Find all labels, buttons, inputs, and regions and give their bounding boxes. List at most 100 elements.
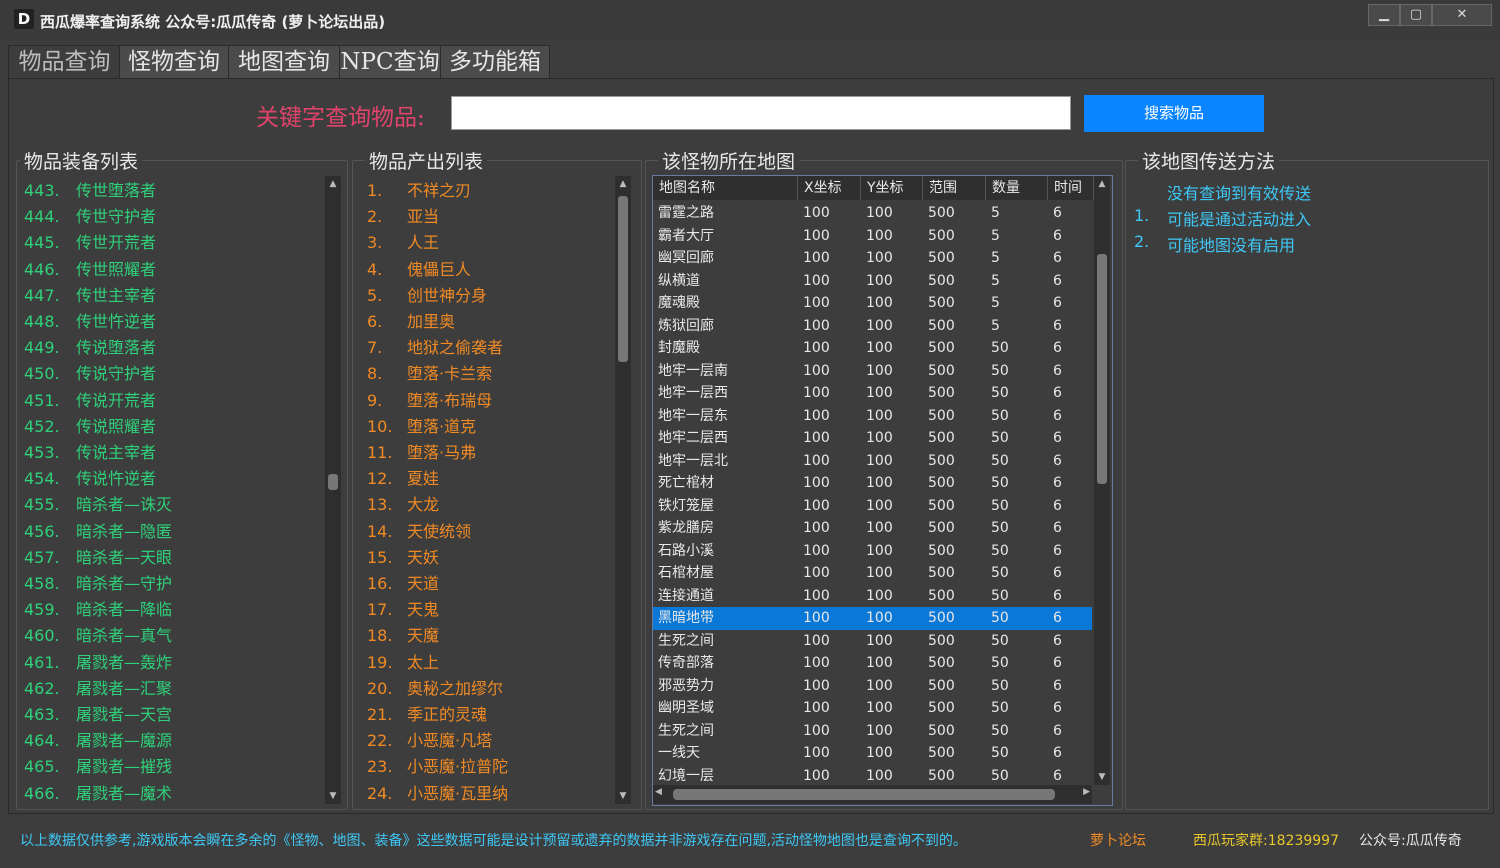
list-item[interactable]: 14. 天使统领 [367, 519, 612, 545]
list-item[interactable]: 455. 暗杀者—诛灭 [24, 492, 324, 518]
tab-npc-query[interactable]: NPC查询 [339, 45, 441, 79]
items-list-scrollbar[interactable]: ▲ ▼ [325, 176, 341, 804]
scroll-up-icon[interactable]: ▲ [1094, 176, 1110, 192]
close-button[interactable]: ✕ [1432, 4, 1492, 26]
scroll-down-icon[interactable]: ▼ [615, 788, 631, 804]
list-item[interactable]: 459. 暗杀者—降临 [24, 597, 324, 623]
scroll-thumb[interactable] [1097, 254, 1107, 484]
list-item[interactable]: 446. 传世照耀者 [24, 257, 324, 283]
list-item[interactable]: 463. 屠戮者—天宫 [24, 702, 324, 728]
list-item[interactable]: 8. 堕落·卡兰索 [367, 361, 612, 387]
table-row[interactable]: 封魔殿 100 100 500 50 6 [653, 337, 1092, 360]
list-item[interactable]: 465. 屠戮者—摧残 [24, 754, 324, 780]
list-item[interactable]: 453. 传说主宰者 [24, 440, 324, 466]
table-row[interactable]: 地牢一层东 100 100 500 50 6 [653, 405, 1092, 428]
table-row[interactable]: 石路小溪 100 100 500 50 6 [653, 540, 1092, 563]
table-row[interactable]: 幻境一层 100 100 500 50 6 [653, 765, 1092, 788]
list-item[interactable]: 445. 传世开荒者 [24, 230, 324, 256]
scroll-left-icon[interactable]: ◀ [655, 787, 662, 797]
table-row[interactable]: 炼狱回廊 100 100 500 5 6 [653, 315, 1092, 338]
column-header[interactable]: 时间 [1048, 176, 1094, 200]
scroll-up-icon[interactable]: ▲ [325, 176, 341, 192]
list-item[interactable]: 450. 传说守护者 [24, 361, 324, 387]
list-item[interactable]: 18. 天魔 [367, 623, 612, 649]
table-row[interactable]: 霸者大厅 100 100 500 5 6 [653, 225, 1092, 248]
tab-item-query[interactable]: 物品查询 [8, 45, 121, 80]
list-item[interactable]: 454. 传说忤逆者 [24, 466, 324, 492]
scroll-up-icon[interactable]: ▲ [615, 176, 631, 192]
list-item[interactable]: 448. 传世忤逆者 [24, 309, 324, 335]
list-item[interactable]: 464. 屠戮者—魔源 [24, 728, 324, 754]
list-item[interactable]: 443. 传世堕落者 [24, 178, 324, 204]
table-row[interactable]: 传奇部落 100 100 500 50 6 [653, 652, 1092, 675]
scroll-down-icon[interactable]: ▼ [1094, 769, 1110, 785]
maps-grid-hscrollbar[interactable]: ◀ ▶ [653, 785, 1092, 804]
list-item[interactable]: 20. 奥秘之加缪尔 [367, 676, 612, 702]
scroll-right-icon[interactable]: ▶ [1083, 787, 1090, 797]
list-item[interactable]: 456. 暗杀者—隐匿 [24, 519, 324, 545]
list-item[interactable]: 4. 傀儡巨人 [367, 257, 612, 283]
list-item[interactable]: 452. 传说照耀者 [24, 414, 324, 440]
table-row[interactable]: 幽明圣域 100 100 500 50 6 [653, 697, 1092, 720]
table-row[interactable]: 铁灯笼屋 100 100 500 50 6 [653, 495, 1092, 518]
table-row[interactable]: 生死之间 100 100 500 50 6 [653, 720, 1092, 743]
drops-list-scrollbar[interactable]: ▲ ▼ [615, 176, 631, 804]
table-row[interactable]: 地牢一层西 100 100 500 50 6 [653, 382, 1092, 405]
list-item[interactable]: 12. 夏娃 [367, 466, 612, 492]
search-input[interactable] [451, 96, 1071, 130]
table-row[interactable]: 地牢二层西 100 100 500 50 6 [653, 427, 1092, 450]
column-header[interactable]: X坐标 [798, 176, 861, 200]
list-item[interactable]: 7. 地狱之偷袭者 [367, 335, 612, 361]
list-item[interactable]: 17. 天鬼 [367, 597, 612, 623]
column-header[interactable]: 范围 [923, 176, 986, 200]
tab-map-query[interactable]: 地图查询 [228, 45, 340, 79]
list-item[interactable]: 16. 天道 [367, 571, 612, 597]
drops-list[interactable]: 1. 不祥之刃 2. 亚当 3. 人王 4. 傀儡巨人 5. 创世神分身 6. 加里奥 7. 地狱之偷袭者… [367, 178, 612, 808]
list-item[interactable]: 458. 暗杀者—守护 [24, 571, 324, 597]
list-item[interactable]: 447. 传世主宰者 [24, 283, 324, 309]
list-item[interactable]: 5. 创世神分身 [367, 283, 612, 309]
column-header[interactable]: 地图名称 [653, 176, 798, 200]
maps-grid-scrollbar[interactable]: ▲ ▼ [1094, 176, 1110, 785]
scroll-thumb[interactable] [618, 196, 628, 362]
scroll-thumb[interactable] [328, 474, 338, 490]
list-item[interactable]: 21. 季正的灵魂 [367, 702, 612, 728]
list-item[interactable]: 462. 屠戮者—汇聚 [24, 676, 324, 702]
list-item[interactable]: 466. 屠戮者—魔术 [24, 781, 324, 807]
table-row[interactable]: 石棺材屋 100 100 500 50 6 [653, 562, 1092, 585]
table-row[interactable]: 幽冥回廊 100 100 500 5 6 [653, 247, 1092, 270]
items-list[interactable]: 443. 传世堕落者 444. 传世守护者 445. 传世开荒者 446. 传世照耀者 447.… [24, 178, 324, 808]
list-item[interactable]: 6. 加里奥 [367, 309, 612, 335]
tab-toolbox[interactable]: 多功能箱 [440, 45, 550, 79]
maximize-button[interactable]: ▢ [1400, 4, 1432, 26]
list-item[interactable]: 461. 屠戮者—轰炸 [24, 650, 324, 676]
search-items-button[interactable]: 搜索物品 [1084, 95, 1264, 132]
table-row[interactable]: 地牢一层北 100 100 500 50 6 [653, 450, 1092, 473]
maps-grid[interactable]: 地图名称 X坐标 Y坐标 范围 数量 时间 雷霆之路 100 100 500 5 6 霸者大厅 100 1… [652, 175, 1113, 806]
list-item[interactable]: 11. 堕落·马弗 [367, 440, 612, 466]
scroll-thumb[interactable] [673, 789, 1055, 800]
table-row[interactable]: 黑暗地带 100 100 500 50 6 [653, 607, 1092, 630]
list-item[interactable]: 23. 小恶魔·拉普陀 [367, 754, 612, 780]
table-row[interactable]: 生死之间 100 100 500 50 6 [653, 630, 1092, 653]
list-item[interactable]: 19. 太上 [367, 650, 612, 676]
list-item[interactable]: 9. 堕落·布瑞母 [367, 388, 612, 414]
column-header[interactable]: Y坐标 [861, 176, 923, 200]
table-row[interactable]: 纵横道 100 100 500 5 6 [653, 270, 1092, 293]
tab-monster-query[interactable]: 怪物查询 [119, 45, 229, 79]
table-row[interactable]: 死亡棺材 100 100 500 50 6 [653, 472, 1092, 495]
list-item[interactable]: 451. 传说开荒者 [24, 388, 324, 414]
list-item[interactable]: 24. 小恶魔·瓦里纳 [367, 781, 612, 807]
minimize-button[interactable]: ▁ [1368, 4, 1400, 26]
list-item[interactable]: 13. 大龙 [367, 492, 612, 518]
list-item[interactable]: 449. 传说堕落者 [24, 335, 324, 361]
list-item[interactable]: 22. 小恶魔·凡塔 [367, 728, 612, 754]
list-item[interactable]: 457. 暗杀者—天眼 [24, 545, 324, 571]
scroll-down-icon[interactable]: ▼ [325, 788, 341, 804]
table-row[interactable]: 紫龙膳房 100 100 500 50 6 [653, 517, 1092, 540]
list-item[interactable]: 3. 人王 [367, 230, 612, 256]
column-header[interactable]: 数量 [986, 176, 1048, 200]
list-item[interactable]: 2. 亚当 [367, 204, 612, 230]
list-item[interactable]: 1. 不祥之刃 [367, 178, 612, 204]
table-row[interactable]: 邪恶势力 100 100 500 50 6 [653, 675, 1092, 698]
